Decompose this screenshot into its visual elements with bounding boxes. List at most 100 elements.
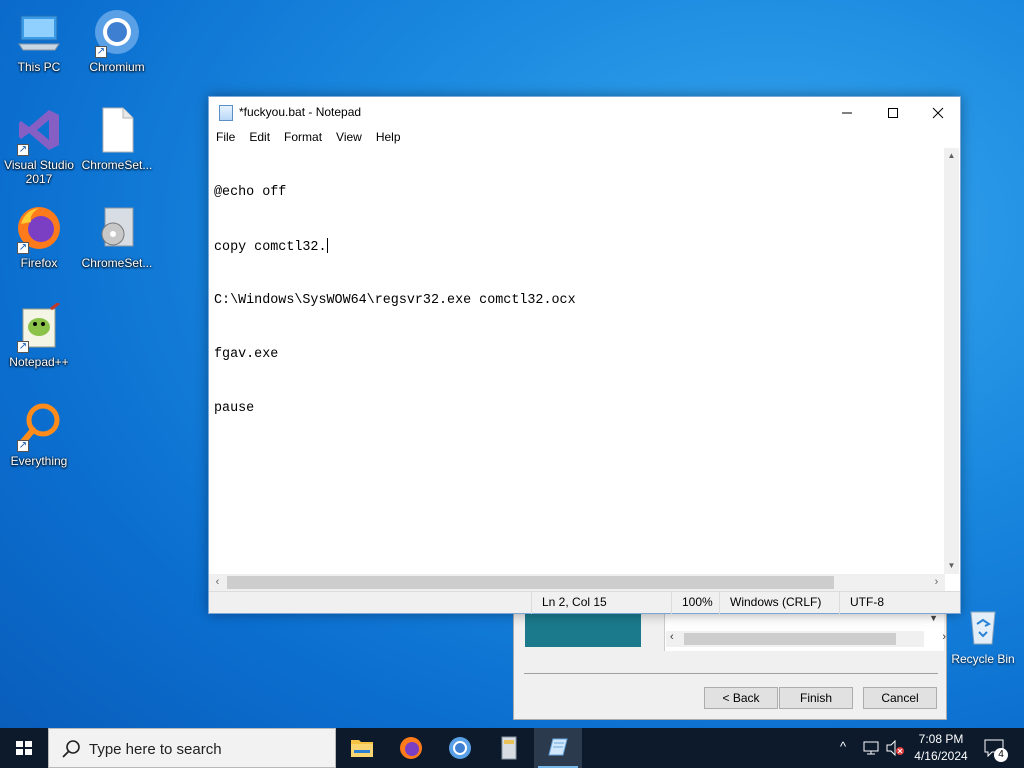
clock-date: 4/16/2024	[914, 749, 968, 763]
horizontal-scrollbar[interactable]: ‹ ›	[209, 574, 945, 591]
wizard-separator	[524, 673, 938, 674]
desktop-icon-label: Everything	[10, 454, 68, 468]
shortcut-arrow-icon: ↗	[95, 46, 107, 58]
desktop-icon-label: Visual Studio 2017	[4, 158, 74, 186]
taskbar-search-box[interactable]: Type here to search	[48, 728, 336, 768]
taskbar-chromium[interactable]	[436, 728, 484, 768]
menu-bar: File Edit Format View Help	[209, 127, 960, 147]
scroll-up-icon[interactable]: ▲	[944, 148, 959, 164]
desktop-icon-everything[interactable]: ↗ Everything	[0, 402, 78, 468]
menu-edit[interactable]: Edit	[242, 127, 277, 144]
desktop-icon-firefox[interactable]: ↗ Firefox	[0, 204, 78, 270]
text-caret	[326, 238, 328, 253]
notepad-icon	[219, 105, 233, 121]
wizard-banner-image	[525, 613, 641, 647]
desktop-icon-visual-studio[interactable]: ↗ Visual Studio 2017	[0, 106, 78, 186]
finish-button[interactable]: Finish	[779, 687, 853, 709]
scroll-right-icon[interactable]: ›	[928, 574, 945, 591]
editor-line: copy comctl32.	[214, 240, 327, 255]
recycle-bin-label: Recycle Bin	[951, 652, 1015, 666]
chromium-icon: ↗	[93, 8, 141, 58]
status-line-ending: Windows (CRLF)	[719, 592, 839, 614]
firefox-icon: ↗	[15, 204, 63, 254]
menu-help[interactable]: Help	[369, 127, 408, 144]
taskbar-file-explorer[interactable]	[338, 728, 386, 768]
shortcut-arrow-icon: ↗	[17, 242, 29, 254]
notification-count-badge: 4	[994, 748, 1008, 762]
everything-search-icon: ↗	[15, 402, 63, 452]
desktop-icon-label: Chromium	[89, 60, 145, 74]
desktop-icon-label: Firefox	[20, 256, 58, 270]
desktop-icon-notepad-plus-plus[interactable]: ↗ Notepad++	[0, 301, 78, 369]
minimize-button[interactable]	[824, 97, 870, 127]
text-editor-area[interactable]: @echo off copy comctl32. C:\Windows\SysW…	[210, 148, 946, 574]
vertical-scrollbar[interactable]: ▲ ▼	[944, 148, 959, 574]
scroll-right-icon[interactable]: ›	[942, 631, 946, 643]
editor-line: @echo off	[214, 185, 287, 200]
scroll-left-icon[interactable]: ‹	[209, 574, 226, 591]
wizard-horizontal-scrollbar[interactable]: ‹ ›	[666, 631, 946, 647]
desktop-icon-this-pc[interactable]: This PC	[0, 8, 78, 74]
this-pc-icon	[15, 8, 63, 56]
status-encoding: UTF-8	[839, 592, 960, 614]
installer-icon	[501, 736, 517, 760]
menu-file[interactable]: File	[209, 127, 242, 144]
editor-line-with-caret: copy comctl32.	[214, 238, 946, 256]
menu-view[interactable]: View	[329, 127, 369, 144]
taskbar-firefox[interactable]	[387, 728, 435, 768]
scrollbar-thumb[interactable]	[227, 576, 834, 589]
cancel-button[interactable]: Cancel	[863, 687, 937, 709]
volume-muted-icon[interactable]	[885, 740, 905, 756]
editor-line: C:\Windows\SysWOW64\regsvr32.exe comctl3…	[214, 293, 576, 308]
scroll-down-icon[interactable]: ▼	[944, 558, 959, 574]
chevron-down-icon[interactable]: ▼	[929, 613, 938, 623]
shortcut-arrow-icon: ↗	[17, 440, 29, 452]
clock-time: 7:08 PM	[918, 732, 964, 746]
folder-icon	[351, 740, 373, 757]
status-cursor-position: Ln 2, Col 15	[531, 592, 671, 614]
firefox-icon	[400, 737, 422, 759]
scroll-left-icon[interactable]: ‹	[670, 631, 674, 643]
windows-logo-icon	[16, 741, 32, 755]
chromium-icon	[449, 737, 471, 759]
title-bar[interactable]: *fuckyou.bat - Notepad	[209, 97, 960, 127]
window-title: *fuckyou.bat - Notepad	[239, 105, 362, 119]
shortcut-arrow-icon: ↗	[17, 341, 29, 353]
taskbar-notepad[interactable]	[534, 728, 582, 768]
maximize-button[interactable]	[870, 97, 916, 127]
taskbar-clock[interactable]: 7:08 PM 4/16/2024	[910, 731, 972, 765]
notification-center-button[interactable]: 4	[978, 728, 1024, 768]
recycle-bin-icon	[963, 604, 1003, 646]
editor-line: fgav.exe	[214, 347, 279, 362]
status-zoom: 100%	[671, 592, 719, 614]
desktop-icon-label: ChromeSet...	[81, 158, 153, 172]
start-button[interactable]	[0, 728, 48, 768]
editor-line: pause	[214, 401, 255, 416]
network-icon[interactable]	[862, 740, 880, 756]
shortcut-arrow-icon: ↗	[17, 144, 29, 156]
back-button[interactable]: < Back	[704, 687, 778, 709]
desktop-icon-label: ChromeSet...	[81, 256, 153, 270]
taskbar: Type here to search ^ 7:08 PM 4/16/2024 …	[0, 728, 1024, 768]
setup-wizard-dialog: ▼ ‹ › < Back Finish Cancel	[513, 600, 947, 720]
notepad-window: *fuckyou.bat - Notepad File Edit Format Vie…	[208, 96, 961, 614]
notepad-plus-plus-icon: ↗	[15, 301, 63, 353]
visual-studio-icon: ↗	[15, 106, 63, 156]
scrollbar-thumb[interactable]	[684, 633, 896, 645]
notepad-icon	[548, 738, 568, 756]
search-icon	[62, 740, 80, 758]
status-bar: Ln 2, Col 15 100% Windows (CRLF) UTF-8	[209, 591, 960, 614]
close-button[interactable]	[915, 97, 961, 127]
search-placeholder: Type here to search	[89, 741, 222, 758]
chevron-up-icon[interactable]: ^	[840, 739, 846, 754]
installer-icon	[93, 204, 141, 252]
blank-file-icon	[93, 106, 141, 154]
desktop-icon-chromesetup-1[interactable]: ChromeSet...	[78, 106, 156, 172]
system-tray: ^	[836, 728, 906, 768]
desktop-icon-label: This PC	[17, 60, 61, 74]
menu-format[interactable]: Format	[277, 127, 329, 144]
taskbar-installer[interactable]	[485, 728, 533, 768]
desktop-icon-label: Notepad++	[9, 355, 69, 369]
desktop-icon-chromesetup-2[interactable]: ChromeSet...	[78, 204, 156, 270]
desktop-icon-chromium[interactable]: ↗ Chromium	[78, 8, 156, 74]
